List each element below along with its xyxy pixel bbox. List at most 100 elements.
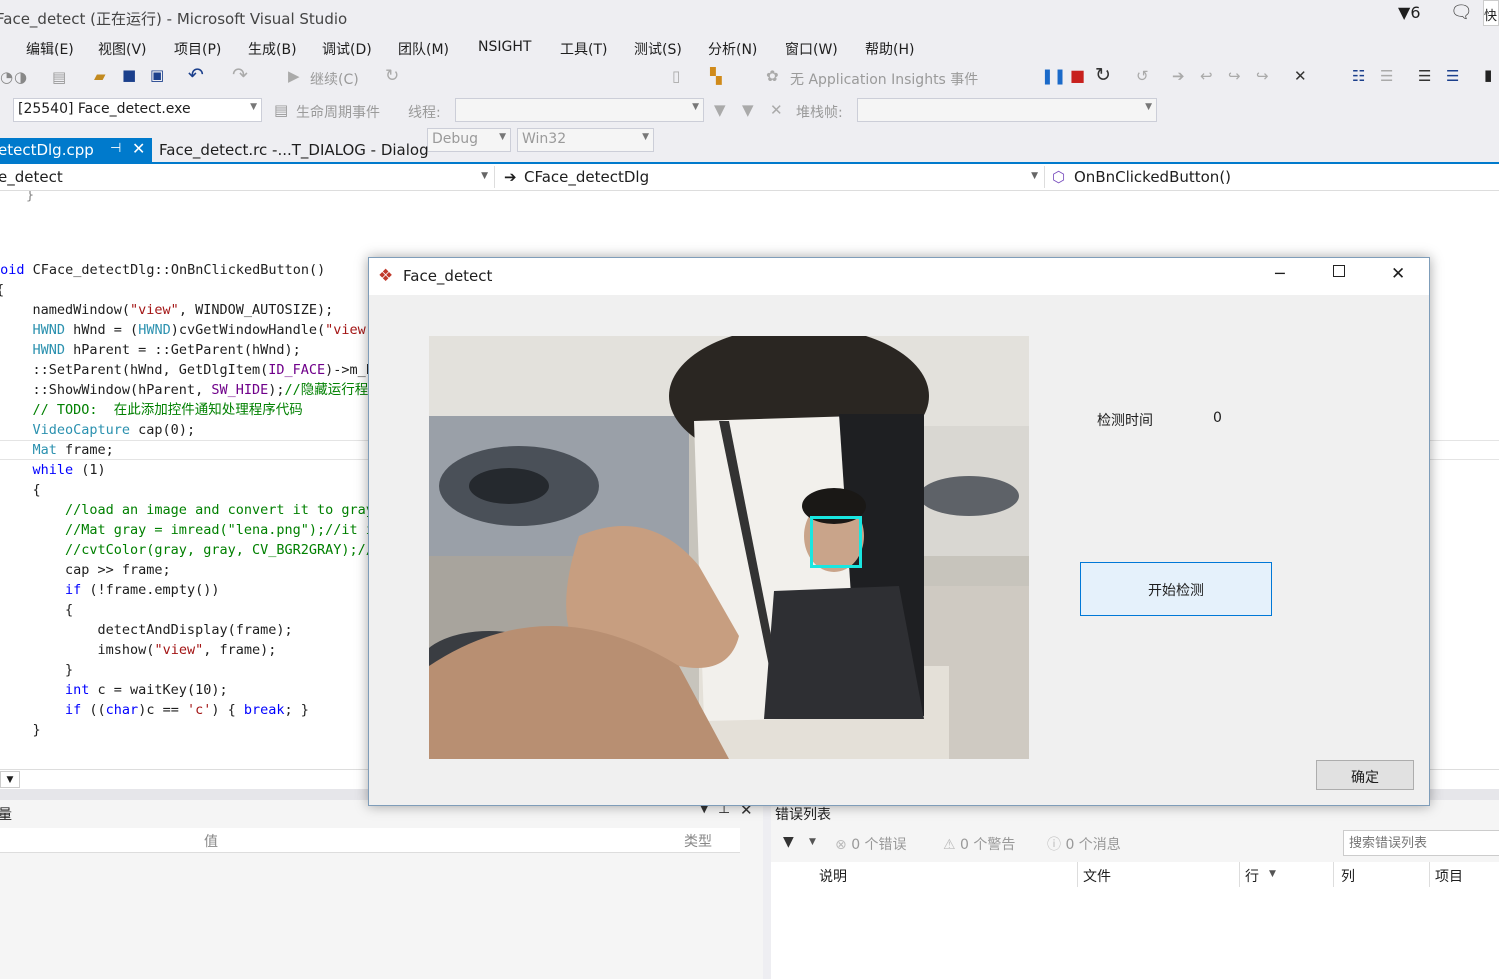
undo-icon[interactable]: ↶ (188, 64, 204, 86)
flag-thread-icon[interactable]: ▼ (742, 101, 754, 119)
menu-project[interactable]: 项目(P) (174, 39, 221, 59)
step-over-icon[interactable]: ↩ (1200, 67, 1213, 85)
filter-icon[interactable]: ▼ (783, 834, 794, 850)
warnings-filter[interactable]: ⚠ 0 个警告 (943, 834, 1015, 854)
app-insights-dropdown[interactable]: 无 Application Insights 事件 (790, 69, 978, 89)
redo-icon[interactable]: ↷ (232, 64, 248, 86)
code-line: ::ShowWindow(hParent, SW_HIDE);//隐藏运行程 (0, 382, 369, 398)
menu-debug[interactable]: 调试(D) (322, 39, 372, 59)
code-line: if (!frame.empty()) (0, 582, 220, 598)
error-icon: ⊗ (835, 837, 847, 853)
project-dropdown[interactable]: e_detect ▼ (0, 166, 495, 188)
errors-filter[interactable]: ⊗ 0 个错误 (835, 834, 907, 854)
new-project-icon[interactable]: ▤ (52, 68, 66, 86)
save-icon[interactable]: ■ (122, 66, 136, 84)
close-icon[interactable]: ✕ (132, 139, 145, 158)
locals-panel-title: 量 (0, 807, 12, 823)
minimize-button[interactable]: ─ (1275, 264, 1285, 283)
menu-view[interactable]: 视图(V) (98, 39, 147, 59)
menu-nsight[interactable]: NSIGHT (478, 39, 531, 55)
ok-button[interactable]: 确定 (1316, 760, 1414, 790)
step-into-icon[interactable]: ➔ (1172, 67, 1185, 85)
chevron-down-icon: ▼ (1145, 102, 1152, 112)
chevron-down-icon[interactable]: ▼ (809, 837, 816, 847)
lifecycle-icon: ▤ (274, 101, 289, 119)
show-next-statement-icon[interactable]: ↺ (1136, 67, 1149, 85)
threads-icon[interactable]: ☷ (1352, 67, 1365, 85)
code-line: { (0, 602, 74, 618)
webcam-frame-image (429, 336, 1029, 759)
member-dropdown[interactable]: ⬡ OnBnClickedButton() (1050, 166, 1499, 188)
col-line[interactable]: 行 (1245, 866, 1259, 886)
chevron-down-icon: ▼ (481, 171, 488, 181)
comment-icon[interactable]: ☰ (1418, 67, 1431, 85)
hex-display-icon[interactable]: ✕ (1294, 67, 1307, 85)
continue-icon[interactable]: ▶ (288, 67, 300, 85)
back-icon[interactable]: ◔ (0, 68, 13, 86)
stack-icon[interactable]: ☰ (1380, 67, 1393, 85)
step-out-icon[interactable]: ↪ (1228, 67, 1241, 85)
continue-button[interactable]: 继续(C) (310, 69, 359, 89)
menu-bar: 编辑(E) 视图(V) 项目(P) 生成(B) 调试(D) 团队(M) NSIG… (0, 34, 1499, 61)
menu-test[interactable]: 测试(S) (634, 39, 682, 59)
window-title: Face_detect (正在运行) - Microsoft Visual St… (0, 10, 348, 28)
tab-face-detect-rc[interactable]: Face_detect.rc -...T_DIALOG - Dialog (159, 141, 429, 159)
class-dropdown[interactable]: ➔ CFace_detectDlg ▼ (500, 166, 1045, 188)
code-line: namedWindow("view", WINDOW_AUTOSIZE); (0, 302, 334, 318)
pause-icon[interactable]: ❚❚ (1041, 67, 1066, 85)
menu-edit[interactable]: 编辑(E) (26, 39, 74, 59)
col-value[interactable]: 值 (204, 831, 218, 851)
expand-threads-icon[interactable]: ✕ (770, 101, 783, 119)
forward-icon[interactable]: ◑ (14, 68, 27, 86)
restart-icon[interactable]: ↻ (1095, 64, 1111, 86)
open-file-icon[interactable]: ▰ (94, 67, 106, 85)
code-line: void CFace_detectDlg::OnBnClickedButton(… (0, 262, 326, 278)
save-all-icon[interactable]: ▣ (150, 66, 164, 84)
bookmark-icon[interactable]: ▮ (1484, 66, 1492, 84)
stackframe-select[interactable]: ▼ (857, 98, 1157, 122)
col-file[interactable]: 文件 (1083, 866, 1111, 886)
filter-icon[interactable]: ▼ (714, 101, 726, 119)
close-button[interactable]: ✕ (1391, 264, 1405, 284)
stackframe-label: 堆栈帧: (796, 105, 843, 121)
thread-select[interactable]: ▼ (455, 98, 704, 122)
code-line: while (1) (0, 462, 106, 478)
menu-analyze[interactable]: 分析(N) (708, 39, 757, 59)
search-error-list-input[interactable] (1343, 830, 1499, 856)
start-detect-button[interactable]: 开始检测 (1080, 562, 1272, 616)
code-line: { (0, 482, 41, 498)
col-type[interactable]: 类型 (684, 831, 712, 851)
step-back-icon[interactable]: ↪ (1256, 67, 1269, 85)
error-list-toolbar: ▼ ▼ ⊗ 0 个错误 ⚠ 0 个警告 ⓘ 0 个消息 (771, 828, 1499, 860)
menu-help[interactable]: 帮助(H) (865, 39, 914, 59)
stop-icon[interactable]: ■ (1070, 66, 1085, 85)
process-select[interactable]: [25540] Face_detect.exe ▼ (13, 98, 262, 122)
info-icon: ⓘ (1047, 837, 1061, 853)
find-icon[interactable]: ▚ (710, 67, 722, 85)
chevron-down-icon: ▼ (1031, 171, 1038, 181)
pin-icon[interactable]: ⊣ (110, 141, 121, 156)
menu-team[interactable]: 团队(M) (398, 39, 449, 59)
zoom-dropdown[interactable]: ▼ (0, 771, 20, 788)
lifecycle-events-dropdown[interactable]: 生命周期事件 (296, 102, 380, 122)
col-project[interactable]: 项目 (1435, 866, 1463, 886)
thread-label: 线程: (408, 105, 441, 121)
menu-build[interactable]: 生成(B) (248, 39, 297, 59)
col-column[interactable]: 列 (1341, 866, 1355, 886)
messages-filter[interactable]: ⓘ 0 个消息 (1047, 834, 1121, 854)
tab-face-detect-dlg-cpp[interactable]: etectDlg.cpp ⊣ ✕ (0, 138, 152, 162)
quick-launch[interactable]: 快 (1483, 0, 1499, 26)
refresh-icon[interactable]: ↻ (385, 66, 399, 86)
col-description[interactable]: 说明 (819, 866, 847, 886)
detect-time-label: 检测时间 (1097, 413, 1153, 429)
notification-flag[interactable]: ▼6 (1398, 3, 1421, 22)
device-icon[interactable]: ▯ (672, 67, 680, 85)
code-line: HWND hWnd = (HWND)cvGetWindowHandle("vie… (0, 322, 391, 338)
standard-toolbar: ◔ ◑ ▤ ▰ ■ ▣ ↶ ↷ ▶ 继续(C) ↻ Debug ▼ Win32 ▼ … (0, 62, 1499, 152)
title-bar: Face_detect (正在运行) - Microsoft Visual St… (0, 0, 1499, 34)
feedback-icon[interactable]: 🗨 (1450, 2, 1473, 23)
menu-tools[interactable]: 工具(T) (560, 39, 607, 59)
uncomment-icon[interactable]: ☰ (1446, 67, 1459, 85)
maximize-button[interactable] (1333, 265, 1345, 277)
menu-window[interactable]: 窗口(W) (785, 39, 838, 59)
